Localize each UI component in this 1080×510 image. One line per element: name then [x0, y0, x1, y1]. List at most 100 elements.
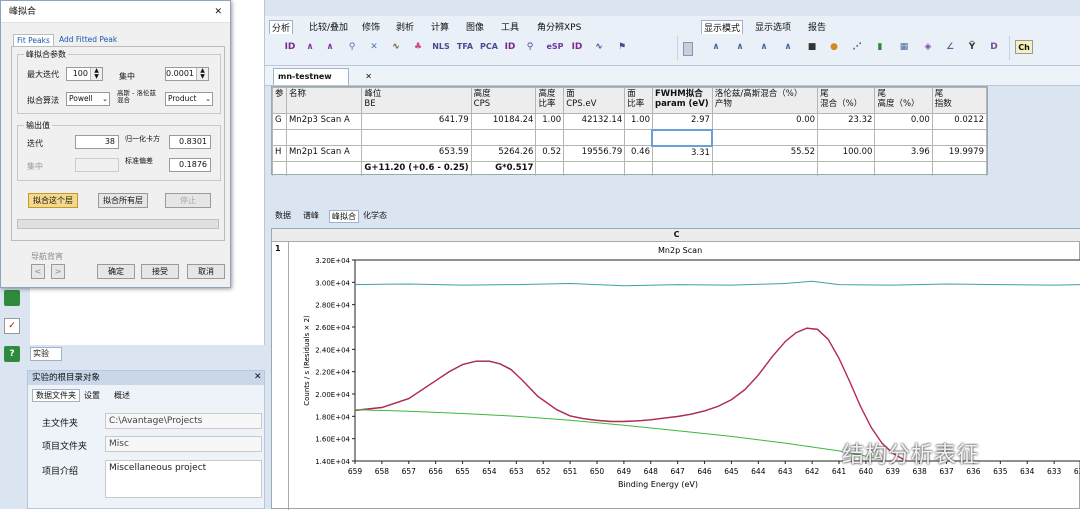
project-intro-field[interactable]: Miscellaneous project — [105, 460, 262, 498]
table-cell[interactable] — [874, 129, 933, 146]
tab-report[interactable]: 报告 — [808, 20, 826, 33]
column-header[interactable]: 峰位 BE — [361, 87, 472, 114]
table-cell[interactable]: 0.00 — [711, 113, 819, 130]
table-row[interactable] — [272, 128, 988, 147]
search-icon[interactable]: ⚲ — [523, 40, 537, 54]
table-cell[interactable]: H — [272, 145, 287, 162]
table-cell[interactable]: Mn2p1 Scan A — [285, 145, 363, 162]
pca-icon[interactable]: PCA — [479, 40, 499, 54]
table-cell[interactable] — [651, 128, 714, 147]
table-cell[interactable]: 10184.24 — [470, 113, 537, 130]
bar-icon[interactable]: ▮ — [873, 40, 887, 54]
table-cell[interactable]: 1.00 — [535, 113, 565, 130]
tools-icon[interactable]: ✕ — [367, 40, 381, 54]
table-row[interactable]: G Mn2p3 Scan A 641.79 10184.24 1.00 42132.14 1… — [272, 113, 988, 130]
tab-overview[interactable]: 概述 — [114, 390, 130, 401]
table-cell[interactable]: 3.31 — [651, 145, 713, 162]
gl-mix-select[interactable]: Product ⌄ — [165, 92, 213, 106]
nav-next-button[interactable]: > — [51, 264, 65, 279]
tab-peak-fit[interactable]: 峰拟合 — [329, 210, 359, 223]
check-icon[interactable]: ✓ — [4, 318, 20, 334]
column-header[interactable]: FWHM拟合 param (eV) — [651, 87, 713, 114]
document-tab[interactable]: mn-testnew ✕ — [273, 68, 372, 85]
tab-chemical-state[interactable]: 化学态 — [363, 210, 387, 221]
max-iter-stepper[interactable]: 100 ▲ ▼ — [66, 67, 103, 81]
column-header[interactable]: 面 CPS.eV — [563, 87, 626, 114]
table-cell[interactable]: 641.79 — [361, 113, 472, 130]
tab-display-mode[interactable]: 显示模式 — [701, 20, 744, 34]
table-icon[interactable]: ▦ — [897, 40, 911, 54]
column-header[interactable]: 高度 比率 — [535, 87, 565, 114]
tab-data-folder[interactable]: 数据文件夹 — [32, 389, 80, 402]
spectrum-icon[interactable]: ∧ — [709, 40, 723, 54]
table-cell[interactable]: 5264.26 — [470, 145, 537, 162]
table-cell[interactable] — [470, 129, 537, 146]
table-cell[interactable] — [711, 129, 819, 146]
table-cell[interactable]: 55.52 — [711, 145, 819, 162]
contour-icon[interactable]: ◈ — [921, 40, 935, 54]
table-cell[interactable]: 100.00 — [817, 145, 876, 162]
tab-analysis[interactable]: 分析 — [269, 20, 294, 34]
tab-peaks[interactable]: 谱峰 — [303, 210, 319, 221]
tab-add-fitted-peak[interactable]: Add Fitted Peak — [59, 35, 117, 44]
table-cell[interactable] — [563, 129, 626, 146]
help-icon[interactable]: ? — [4, 346, 20, 362]
table-cell[interactable] — [624, 129, 653, 146]
table-cell[interactable]: 1.00 — [624, 113, 653, 130]
tab-display-options[interactable]: 显示选项 — [755, 20, 791, 33]
table-cell[interactable]: 0.52 — [535, 145, 565, 162]
dc-icon[interactable]: D — [987, 40, 1001, 54]
peak-fit-icon[interactable]: ∧ — [323, 40, 337, 54]
table-cell[interactable] — [817, 129, 876, 146]
column-header[interactable]: 尾高度（%） — [874, 87, 933, 114]
table-cell[interactable] — [535, 129, 565, 146]
stop-button[interactable]: 停止 — [165, 193, 211, 208]
tab-compare-overlay[interactable]: 比较/叠加 — [309, 20, 348, 33]
close-icon[interactable]: ✕ — [254, 372, 262, 382]
column-header[interactable]: 名称 — [285, 87, 363, 114]
table-cell[interactable]: 653.59 — [361, 145, 472, 162]
tab-arxps[interactable]: 角分辨XPS — [537, 20, 581, 33]
convergence-stepper[interactable]: 0.0001 ▲ ▼ — [165, 67, 209, 81]
tab-image[interactable]: 图像 — [466, 20, 484, 33]
column-header[interactable]: 洛伦兹/高斯混合（%） 产物 — [711, 87, 819, 114]
column-header[interactable]: 尾指数 — [931, 87, 988, 114]
table-cell[interactable]: G — [272, 113, 287, 130]
marker-icon[interactable]: ⚑ — [615, 40, 629, 54]
chem-icon[interactable]: ⚲ — [345, 40, 359, 54]
column-header[interactable]: 高度 CPS — [470, 87, 537, 114]
fit-all-button[interactable]: 拟合所有层 — [98, 193, 148, 208]
scroll-handle-icon[interactable] — [683, 42, 693, 56]
id-icon[interactable]: ID — [283, 40, 297, 54]
table-cell[interactable]: 0.00 — [874, 113, 933, 130]
tab-fit-peaks[interactable]: Fit Peaks — [13, 34, 54, 46]
tree-icon[interactable] — [4, 290, 20, 306]
scatter-icon[interactable]: ⋰ — [850, 40, 864, 54]
accept-button[interactable]: 接受 — [141, 264, 179, 279]
project-folder-field[interactable]: Misc — [105, 436, 262, 452]
peak-icon[interactable]: ∧ — [303, 40, 317, 54]
tab-settings[interactable]: 设置 — [84, 390, 100, 401]
column-header[interactable]: 尾混合（%） — [817, 87, 876, 114]
fit-layer-button[interactable]: 拟合这个层 — [28, 193, 78, 208]
spin-arrows-icon[interactable]: ▲ ▼ — [196, 68, 208, 80]
wave-icon[interactable]: ∿ — [389, 40, 403, 54]
spin-arrows-icon[interactable]: ▲ ▼ — [90, 68, 102, 80]
table-cell[interactable]: 3.96 — [874, 145, 933, 162]
cancel-button[interactable]: 取消 — [187, 264, 225, 279]
table-cell[interactable] — [285, 129, 363, 146]
save-icon[interactable]: ■ — [805, 40, 819, 54]
scale-icon[interactable]: ♣ — [411, 40, 425, 54]
graph-icon[interactable]: ∿ — [592, 40, 606, 54]
pie-icon[interactable]: ● — [827, 40, 841, 54]
main-folder-field[interactable]: C:\Avantage\Projects — [105, 413, 262, 429]
tab-experiment[interactable]: 实验 — [30, 347, 62, 361]
table-cell[interactable]: 23.32 — [817, 113, 876, 130]
table-cell[interactable]: 19556.79 — [563, 145, 626, 162]
spectrum-stack-icon[interactable]: ∧ — [757, 40, 771, 54]
table-cell[interactable]: 0.46 — [624, 145, 653, 162]
tab-data[interactable]: 数据 — [275, 210, 291, 221]
table-cell[interactable]: 2.97 — [651, 113, 713, 130]
column-header[interactable]: 参 — [272, 87, 287, 114]
id2-icon[interactable]: ID — [503, 40, 517, 54]
